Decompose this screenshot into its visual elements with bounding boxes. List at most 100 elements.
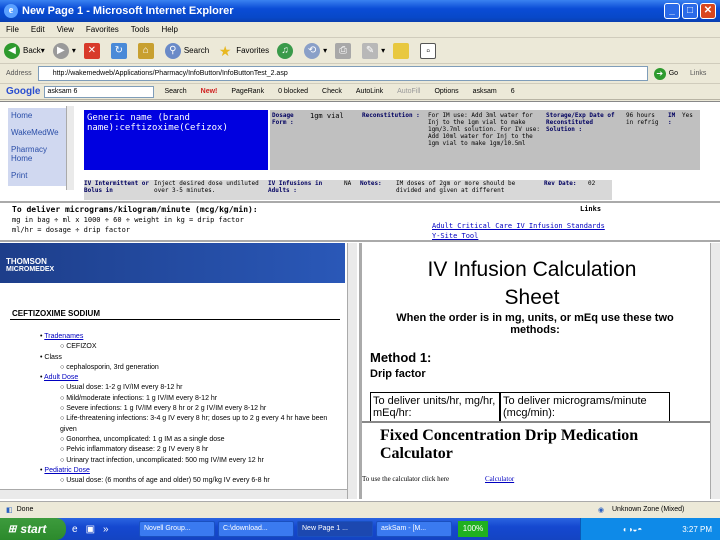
forward-button[interactable]: ▶ ▾ — [52, 42, 76, 59]
col-units-header: To deliver units/hr, mg/hr, mEq/hr: — [370, 392, 500, 422]
link-adult-critical-care[interactable]: Adult Critical Care IV Infusion Standard… — [432, 222, 605, 230]
drug-section-link[interactable]: • Tradenames — [40, 332, 340, 342]
google-search-input[interactable]: asksam 6 — [44, 85, 155, 98]
quick-launch-ie-icon[interactable]: e — [72, 524, 78, 535]
pagerank-indicator[interactable]: PageRank — [231, 88, 264, 95]
window-button[interactable]: ▫ — [420, 42, 439, 59]
micromedex-header: THOMSON MICROMEDEX — [0, 243, 345, 283]
system-tray: ◐◑◒◓ 3:27 PM — [580, 518, 720, 540]
favorites-button[interactable]: ★ Favorites — [217, 43, 269, 59]
link-y-site-tool[interactable]: Y-Site Tool — [432, 232, 478, 240]
close-button[interactable]: ✕ — [700, 3, 716, 19]
drug-info-text[interactable]: Adult Dose — [44, 374, 78, 381]
drug-info-text: CEFIZOX — [66, 343, 97, 351]
dosage-form-value: 1gm vial — [308, 110, 360, 170]
options-button[interactable]: Options — [434, 88, 458, 95]
drug-info-item: ○ Urinary tract infection, uncomplicated… — [40, 456, 340, 466]
history-button[interactable]: ⟲ ▾ — [304, 42, 327, 59]
status-text: Done — [16, 506, 34, 513]
drug-info-item: ○ Severe infections: 1 g IV/IM every 8 h… — [40, 404, 340, 414]
iv-sheet-intro: When the order is in mg, units, or mEq u… — [396, 312, 674, 336]
drug-info-text: Mild/moderate infections: 1 g IV/IM ever… — [66, 394, 218, 402]
drug-info-text: Gonorrhea, uncomplicated: 1 g IM as a si… — [66, 435, 225, 443]
refresh-button[interactable]: ↻ — [110, 42, 130, 59]
folder-icon — [393, 42, 410, 59]
asksam-highlight[interactable]: asksam — [473, 88, 497, 95]
micromedex-hscrollbar[interactable] — [0, 489, 347, 499]
media-button[interactable]: ♫ — [277, 42, 296, 59]
notes-value: IM doses of 2gm or more should be divide… — [396, 180, 544, 200]
print-button[interactable]: ⎙ — [335, 42, 354, 59]
menu-tools[interactable]: Tools — [131, 25, 150, 34]
nav-wakemedweb[interactable]: WakeMedWe — [11, 128, 63, 137]
drug-title-rule — [10, 319, 340, 320]
menu-bar: File Edit View Favorites Tools Help — [0, 22, 720, 38]
thomson-logo: THOMSON — [6, 257, 47, 266]
drug-info-item: ○ Pelvic inflammatory disease: 2 g IV ev… — [40, 445, 340, 455]
home-button[interactable]: ⌂ — [137, 42, 157, 59]
menu-favorites[interactable]: Favorites — [86, 25, 119, 34]
minimize-button[interactable]: _ — [664, 3, 680, 19]
right-scrollbar[interactable] — [710, 243, 720, 499]
tray-icons[interactable]: ◐◑◒◓ — [623, 525, 642, 534]
autofill-button[interactable]: AutoFill — [397, 88, 420, 95]
calculator-link[interactable]: Calculator — [485, 475, 514, 483]
drug-info-item: ○ Usual dose: 1-2 g IV/IM every 8-12 hr — [40, 383, 340, 393]
address-label: Address — [6, 70, 32, 77]
left-nav: Home WakeMedWe Pharmacy Home Print — [8, 108, 66, 186]
drug-section-link[interactable]: • Pediatric Dose — [40, 466, 340, 476]
back-button[interactable]: ◀ Back ▾ — [4, 42, 45, 59]
micromedex-scrollbar[interactable] — [347, 243, 357, 499]
links-label[interactable]: Links — [690, 70, 706, 77]
drug-info-text[interactable]: Tradenames — [44, 333, 83, 340]
method-heading: Method 1: — [370, 350, 432, 365]
menu-view[interactable]: View — [57, 25, 74, 34]
iv-intermittent-label: IV Intermittent or Bolus in — [84, 180, 154, 200]
google-search-button[interactable]: Search — [164, 88, 186, 95]
iv-infusions-value: NA — [344, 180, 360, 200]
stop-button[interactable]: ✕ — [83, 42, 103, 59]
menu-file[interactable]: File — [6, 25, 19, 34]
task-novell[interactable]: Novell Group... — [139, 521, 215, 537]
history-icon: ⟲ — [304, 42, 321, 59]
iv-intermittent-value: Inject desired dose undiluted over 3-5 m… — [154, 180, 268, 200]
dosage-form-label: Dosage Form : — [270, 110, 308, 170]
popup-blocked[interactable]: 0 blocked — [278, 88, 308, 95]
drug-info-item: ○ Usual dose: (6 months of age and older… — [40, 476, 340, 486]
drug-info-text[interactable]: Pediatric Dose — [44, 467, 90, 474]
window-title: New Page 1 - Microsoft Internet Explorer — [22, 5, 234, 17]
six-highlight[interactable]: 6 — [511, 88, 515, 95]
quick-launch-desktop-icon[interactable]: ▣ — [86, 524, 95, 535]
nav-home[interactable]: Home — [11, 111, 63, 120]
go-arrow-icon: ➔ — [653, 67, 666, 80]
nav-pharmacy-home[interactable]: Pharmacy Home — [11, 145, 63, 163]
left-nav-scrollbar[interactable] — [66, 106, 74, 190]
search-button[interactable]: ⚲ Search — [164, 42, 209, 59]
generic-name-cell: Generic name (brand name):ceftizoxime(Ce… — [84, 110, 268, 170]
go-button[interactable]: ➔ Go — [653, 67, 678, 80]
folder-button[interactable] — [393, 42, 412, 59]
drug-section-link[interactable]: • Adult Dose — [40, 373, 340, 383]
autolink-button[interactable]: AutoLink — [356, 88, 383, 95]
drug-info-text: Class — [44, 353, 62, 361]
task-new-page[interactable]: New Page 1 ... — [297, 521, 373, 537]
print-icon: ⎙ — [335, 42, 352, 59]
address-input[interactable]: http://wakemedweb/Applications/Pharmacy/… — [37, 66, 648, 81]
start-button[interactable]: ⊞ start — [0, 518, 66, 540]
menu-edit[interactable]: Edit — [31, 25, 45, 34]
star-icon: ★ — [218, 42, 232, 59]
drug-info-list: • Tradenames ○ CEFIZOX • Class ○ cephalospo… — [40, 332, 340, 486]
spell-check-button[interactable]: Check — [322, 88, 342, 95]
menu-help[interactable]: Help — [161, 25, 177, 34]
drug-title: CEFTIZOXIME SODIUM — [12, 309, 100, 318]
google-new-badge[interactable]: New! — [201, 88, 218, 95]
taskbar: ⊞ start e ▣ » Novell Group... C:\download..… — [0, 518, 720, 540]
nav-print[interactable]: Print — [11, 171, 63, 180]
task-download[interactable]: C:\download... — [218, 521, 294, 537]
google-logo: Google — [6, 86, 41, 97]
quick-launch-chevron-icon[interactable]: » — [103, 524, 109, 535]
edit-button[interactable]: ✎ ▾ — [362, 42, 385, 59]
maximize-button[interactable]: □ — [682, 3, 698, 19]
clock: 3:27 PM — [682, 524, 712, 534]
task-asksam[interactable]: askSam - [M... — [376, 521, 452, 537]
